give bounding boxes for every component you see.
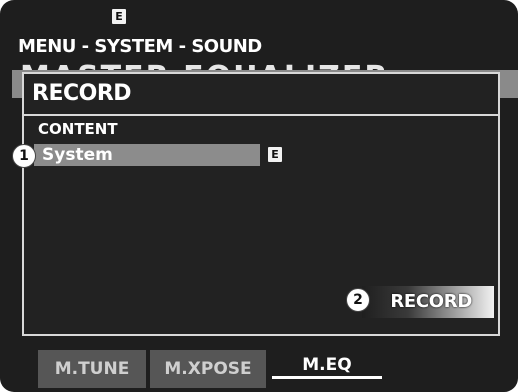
record-button-label: RECORD [390, 291, 472, 312]
status-bar: E [0, 0, 518, 34]
tab-m-xpose[interactable]: M.XPOSE [150, 350, 266, 388]
record-button[interactable]: RECORD [362, 286, 494, 318]
content-e-indicator: E [268, 147, 282, 162]
menu-path: MENU - SYSTEM - SOUND [18, 36, 262, 57]
tab-m-tune[interactable]: M.TUNE [38, 350, 146, 388]
record-dialog: RECORD CONTENT System E RECORD [22, 72, 500, 336]
e-indicator: E [112, 9, 126, 24]
content-label: CONTENT [38, 120, 118, 138]
active-tab-underline [272, 376, 382, 379]
dialog-title: RECORD [32, 81, 132, 106]
page-title: MASTER EQUALIZER [20, 56, 389, 70]
callout-2-marker: 2 [346, 288, 370, 312]
content-value: System [42, 145, 113, 165]
dialog-divider [24, 114, 498, 116]
callout-1-marker: 1 [12, 144, 36, 168]
content-select[interactable]: System [34, 144, 260, 166]
screen: E MENU - SYSTEM - SOUND MASTER EQUALIZER… [0, 0, 518, 392]
tab-m-eq[interactable]: M.EQ [272, 350, 382, 388]
tab-bar: M.TUNE M.XPOSE M.EQ [0, 346, 518, 392]
